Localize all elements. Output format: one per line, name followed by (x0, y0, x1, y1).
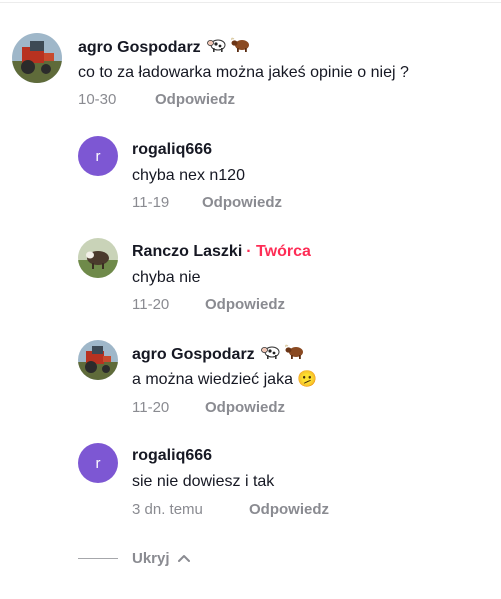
avatar[interactable] (78, 238, 118, 278)
author-name[interactable]: rogaliq666 (132, 140, 212, 160)
divider-line (78, 557, 118, 559)
cow-icon (260, 344, 281, 366)
comment-date: 3 dn. temu (132, 501, 203, 518)
avatar-letter: r (95, 454, 101, 472)
comment-text: chyba nie (132, 269, 201, 286)
creator-badge: · Twórca (246, 243, 311, 260)
reply-button[interactable]: Odpowiedz (155, 90, 235, 110)
reply-button[interactable]: Odpowiedz (205, 398, 285, 418)
avatar[interactable]: r (78, 443, 118, 483)
comment-date: 11-20 (132, 296, 170, 313)
comment-text: a można wiedzieć jaka 🫤 (132, 371, 318, 388)
author-name[interactable]: Ranczo Laszki (132, 242, 242, 262)
comment-text: co to za ładowarka można jakeś opinie o … (78, 64, 409, 81)
author-name[interactable]: agro Gospodarz (132, 345, 255, 365)
comment-author-row: Ranczo Laszki · Twórca (132, 242, 311, 262)
comment-text: chyba nex n120 (132, 167, 245, 184)
hide-label: Ukryj (132, 549, 170, 567)
author-name[interactable]: rogaliq666 (132, 446, 212, 466)
reply-button[interactable]: Odpowiedz (249, 500, 329, 520)
cow-icon (206, 37, 227, 59)
reply-button[interactable]: Odpowiedz (202, 193, 282, 213)
comment-date: 11-20 (132, 399, 170, 416)
reply-button[interactable]: Odpowiedz (205, 295, 285, 315)
chevron-up-icon (177, 555, 190, 562)
hide-replies-button[interactable]: Ukryj (132, 550, 190, 567)
ox-icon (284, 344, 305, 366)
comment-author-row: agro Gospodarz (132, 344, 305, 366)
top-divider (0, 2, 501, 3)
comment-author-row: agro Gospodarz (78, 37, 251, 59)
comment-author-row: rogaliq666 (132, 446, 212, 466)
comment-date: 10-30 (78, 91, 117, 108)
avatar-letter: r (95, 147, 101, 165)
comment-date: 11-19 (132, 194, 170, 211)
comment-text: sie nie dowiesz i tak (132, 473, 275, 490)
comment-author-row: rogaliq666 (132, 140, 212, 160)
avatar[interactable]: r (78, 136, 118, 176)
hide-replies-row: Ukryj (78, 546, 190, 570)
avatar[interactable] (78, 340, 118, 380)
avatar[interactable] (12, 33, 62, 83)
author-name[interactable]: agro Gospodarz (78, 38, 201, 58)
ox-icon (230, 37, 251, 59)
